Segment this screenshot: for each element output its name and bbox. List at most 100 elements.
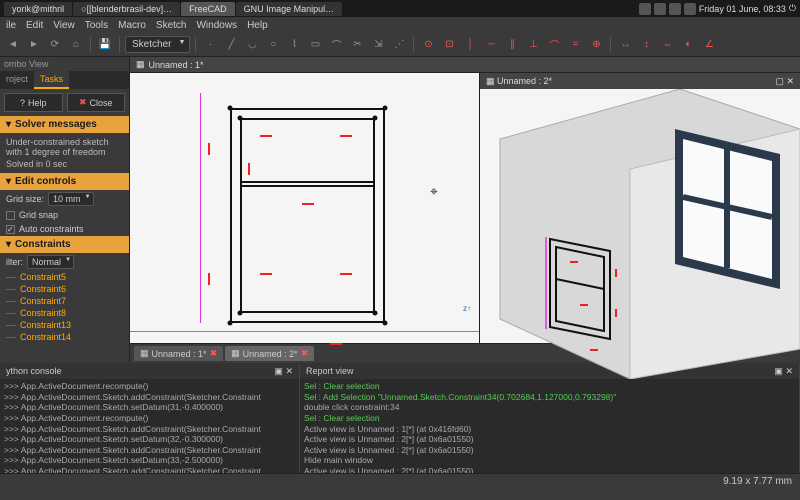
os-tab[interactable]: ○[[blenderbrasil-dev]… xyxy=(73,2,180,16)
logout-icon[interactable]: ⏻ xyxy=(789,3,796,14)
refresh-icon[interactable]: ⟳ xyxy=(46,36,64,54)
os-tab[interactable]: GNU Image Manipul… xyxy=(236,2,343,16)
home-icon[interactable]: ⌂ xyxy=(67,36,85,54)
tray-icon[interactable] xyxy=(654,3,666,15)
tray-icon[interactable] xyxy=(669,3,681,15)
fillet-tool-icon[interactable]: ⌒ xyxy=(327,36,345,54)
constrain-angle-icon[interactable]: ∠ xyxy=(700,36,718,54)
constrain-tangent-icon[interactable]: ⌒ xyxy=(545,36,563,54)
sketch-view-2d[interactable]: z↑ ⌖ xyxy=(130,73,480,343)
menu-tools[interactable]: Tools xyxy=(85,20,108,31)
close-icon[interactable]: ✕ xyxy=(786,76,794,86)
constrain-horizontal-icon[interactable]: ─ xyxy=(482,36,500,54)
polyline-tool-icon[interactable]: ⌇ xyxy=(285,36,303,54)
constrain-disty-icon[interactable]: ↕ xyxy=(637,36,655,54)
close-icon[interactable]: ✖ xyxy=(210,348,218,359)
tab-tasks[interactable]: Tasks xyxy=(34,71,69,89)
float-icon[interactable]: ▣ xyxy=(274,366,283,376)
sketch-view-3d[interactable]: ▦ Unnamed : 2* ▢ ✕ xyxy=(480,73,800,343)
close-button[interactable]: ✖Close xyxy=(67,93,126,112)
tab-project[interactable]: roject xyxy=(0,71,34,89)
list-item[interactable]: Constraint8 xyxy=(0,307,129,319)
constrain-coincident-icon[interactable]: ⊙ xyxy=(419,36,437,54)
combo-view: ombo View roject Tasks ?Help ✖Close ▾Sol… xyxy=(0,57,130,363)
filter-label: ilter: xyxy=(6,257,23,267)
grid-size-label: Grid size: xyxy=(6,194,44,204)
python-console[interactable]: >>> App.ActiveDocument.recompute() >>> A… xyxy=(0,379,299,473)
menu-macro[interactable]: Macro xyxy=(118,20,146,31)
menu-help[interactable]: Help xyxy=(247,20,268,31)
constrain-point-icon[interactable]: ⊡ xyxy=(440,36,458,54)
edit-panel-head[interactable]: ▾Edit controls xyxy=(0,173,129,190)
view-titlebar-right: ▦ Unnamed : 2* ▢ ✕ xyxy=(480,73,800,89)
chevron-down-icon: ▾ xyxy=(6,176,11,187)
solver-panel-head[interactable]: ▾Solver messages xyxy=(0,116,129,133)
nav-back-icon[interactable]: ◄ xyxy=(4,36,22,54)
workbench-selector[interactable]: Sketcher xyxy=(125,36,190,53)
doc-tab[interactable]: ▦Unnamed : 2*✖ xyxy=(225,346,314,361)
close-icon[interactable]: ✖ xyxy=(301,348,309,359)
os-tab[interactable]: yorik@mithril xyxy=(4,2,72,16)
constrain-equal-icon[interactable]: = xyxy=(566,36,584,54)
report-view[interactable]: Sel : Clear selectionSel : Add Selection… xyxy=(300,379,799,473)
main-toolbar: ◄ ► ⟳ ⌂ 💾 Sketcher · ╱ ◡ ○ ⌇ ▭ ⌒ ✂ ⇲ ⋰ ⊙… xyxy=(0,33,800,57)
constrain-length-icon[interactable]: ⇔ xyxy=(658,36,676,54)
cursor-icon: ⌖ xyxy=(430,183,438,200)
menu-edit[interactable]: Edit xyxy=(26,20,43,31)
external-tool-icon[interactable]: ⇲ xyxy=(369,36,387,54)
combo-title: ombo View xyxy=(0,57,129,71)
clock: Friday 01 June, 08:33 xyxy=(699,4,786,14)
help-icon: ? xyxy=(20,98,25,108)
menu-sketch[interactable]: Sketch xyxy=(156,20,187,31)
doc-tab[interactable]: ▦Unnamed : 1*✖ xyxy=(134,346,223,361)
constrain-vertical-icon[interactable]: │ xyxy=(461,36,479,54)
rect-tool-icon[interactable]: ▭ xyxy=(306,36,324,54)
constrain-distx-icon[interactable]: ↔ xyxy=(616,36,634,54)
constrain-symmetric-icon[interactable]: ⊕ xyxy=(587,36,605,54)
menu-bar: ile Edit View Tools Macro Sketch Windows… xyxy=(0,17,800,33)
minimize-icon[interactable]: ▢ xyxy=(775,76,784,86)
constrain-radius-icon[interactable]: ◐ xyxy=(679,36,697,54)
python-console-head: ython console ▣ ✕ xyxy=(0,363,299,379)
menu-view[interactable]: View xyxy=(53,20,75,31)
grid-snap-label: Grid snap xyxy=(19,210,58,220)
list-item[interactable]: Constraint13 xyxy=(0,319,129,331)
auto-constraints-label: Auto constraints xyxy=(19,224,84,234)
trim-tool-icon[interactable]: ✂ xyxy=(348,36,366,54)
menu-windows[interactable]: Windows xyxy=(196,20,237,31)
filter-select[interactable]: Normal xyxy=(27,255,74,269)
grid-snap-checkbox[interactable] xyxy=(6,211,15,220)
close-icon[interactable]: ✕ xyxy=(285,366,293,376)
system-topbar: yorik@mithril ○[[blenderbrasil-dev]… Fre… xyxy=(0,0,800,17)
status-bar: 9.19 x 7.77 mm xyxy=(0,473,800,489)
tray-icon[interactable] xyxy=(639,3,651,15)
doc-icon: ▦ xyxy=(136,59,145,70)
os-tab[interactable]: FreeCAD xyxy=(181,2,235,16)
auto-constraints-checkbox[interactable] xyxy=(6,225,15,234)
doc-icon: ▦ xyxy=(140,348,149,359)
line-tool-icon[interactable]: ╱ xyxy=(222,36,240,54)
list-item[interactable]: Constraint7 xyxy=(0,295,129,307)
constrain-parallel-icon[interactable]: ∥ xyxy=(503,36,521,54)
help-button[interactable]: ?Help xyxy=(4,93,63,112)
grid-size-select[interactable]: 10 mm xyxy=(48,192,94,206)
arc-tool-icon[interactable]: ◡ xyxy=(243,36,261,54)
list-item[interactable]: Constraint14 xyxy=(0,331,129,343)
circle-tool-icon[interactable]: ○ xyxy=(264,36,282,54)
view-titlebar-left: ▦ Unnamed : 1* xyxy=(130,57,800,73)
solver-message: Under-constrained sketch with 1 degree o… xyxy=(6,137,123,157)
point-tool-icon[interactable]: · xyxy=(201,36,219,54)
list-item[interactable]: Constraint5 xyxy=(0,271,129,283)
nav-fwd-icon[interactable]: ► xyxy=(25,36,43,54)
constrain-perp-icon[interactable]: ⊥ xyxy=(524,36,542,54)
construction-icon[interactable]: ⋰ xyxy=(390,36,408,54)
list-item[interactable]: Constraint6 xyxy=(0,283,129,295)
chevron-down-icon: ▾ xyxy=(6,239,11,250)
solver-time: Solved in 0 sec xyxy=(6,159,123,169)
menu-file[interactable]: ile xyxy=(6,20,16,31)
doc-icon: ▦ xyxy=(231,348,240,359)
tray-icon[interactable] xyxy=(684,3,696,15)
save-icon[interactable]: 💾 xyxy=(96,36,114,54)
status-dimensions: 9.19 x 7.77 mm xyxy=(723,476,792,487)
constraints-panel-head[interactable]: ▾Constraints xyxy=(0,236,129,253)
